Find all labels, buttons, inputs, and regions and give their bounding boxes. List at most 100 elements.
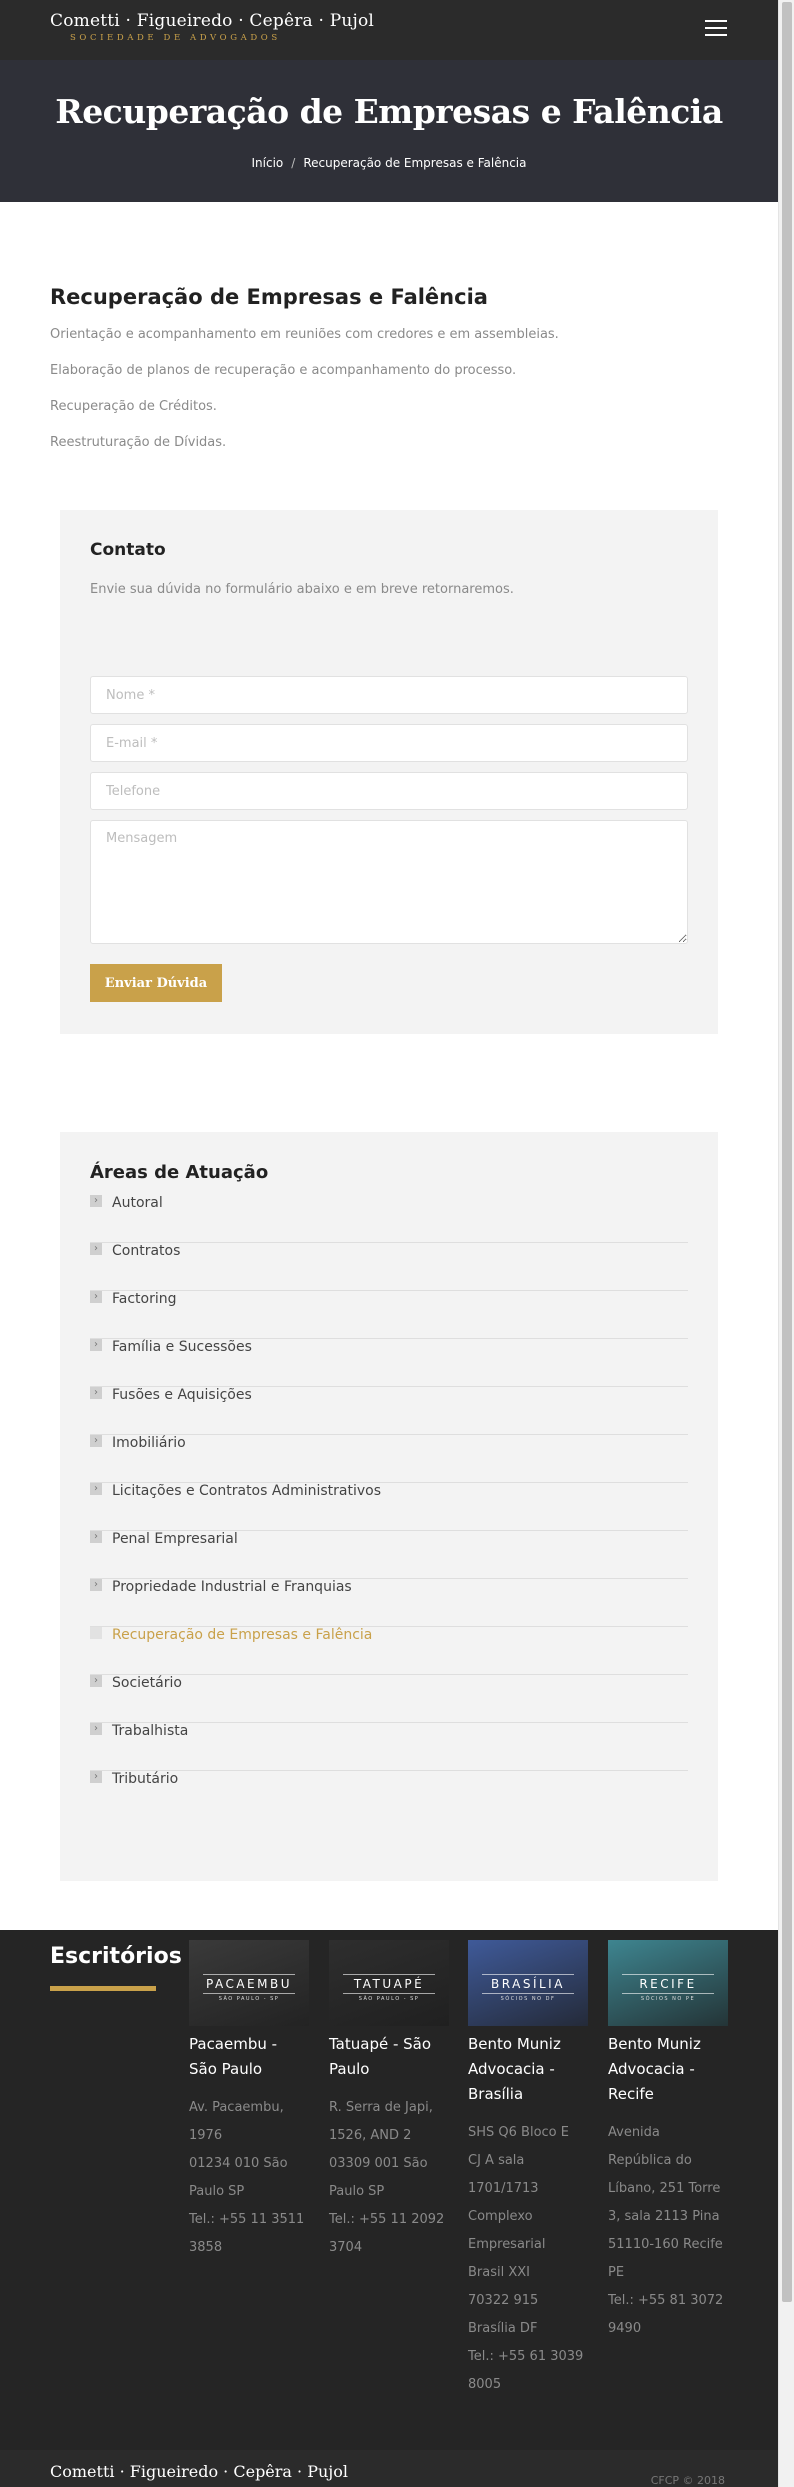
practice-area-label: Penal Empresarial	[112, 1531, 238, 1547]
office-image[interactable]: RECIFE SÓCIOS NO PE	[608, 1940, 728, 2026]
office-address-line: 70322 915	[468, 2293, 539, 2308]
site-logo[interactable]: Cometti · Figueiredo · Cepêra · Pujol SO…	[50, 11, 374, 43]
practice-area-label: Imobiliário	[112, 1435, 186, 1451]
practice-area-label: Propriedade Industrial e Franquias	[112, 1579, 352, 1595]
content-item: Orientação e acompanhamento em reuniões …	[50, 327, 559, 342]
office-address-line: 03309 001 São	[329, 2156, 428, 2171]
office-address-line: Brasil XXI	[468, 2265, 531, 2280]
office-name[interactable]: Bento Muniz Advocacia - Brasília	[468, 2032, 588, 2107]
contact-title: Contato	[90, 540, 166, 560]
practice-area-item[interactable]: › Penal Empresarial	[90, 1531, 688, 1579]
practice-area-label: Societário	[112, 1675, 182, 1691]
office-image[interactable]: PACAEMBU SÃO PAULO - SP	[189, 1940, 309, 2026]
office-image[interactable]: TATUAPÉ SÃO PAULO - SP	[329, 1940, 449, 2026]
practice-area-item[interactable]: › Tributário	[90, 1771, 688, 1819]
chevron-right-icon: ›	[90, 1435, 102, 1447]
office-address-line: Tel.: +55 11 3511	[189, 2212, 305, 2227]
office-address-line: 1976	[189, 2128, 223, 2143]
hamburger-line	[705, 34, 727, 36]
chevron-right-icon: ›	[90, 1387, 102, 1399]
office-address-line: Empresarial	[468, 2237, 546, 2252]
footer-title-underline	[50, 1986, 156, 1991]
office-address-line: Tel.: +55 61 3039	[468, 2349, 584, 2364]
office-address-line: Avenida	[608, 2125, 660, 2140]
bottom-bar: Cometti · Figueiredo · Cepêra · Pujol CF…	[0, 2450, 778, 2487]
page: Cometti · Figueiredo · Cepêra · Pujol SO…	[0, 0, 778, 202]
office-image-sublabel: SÃO PAULO - SP	[358, 1996, 420, 2002]
email-field[interactable]	[90, 724, 688, 762]
practice-area-item[interactable]: › Autoral	[90, 1195, 688, 1243]
office-address-line: Paulo SP	[329, 2184, 385, 2199]
practice-areas-panel: Áreas de Atuação › Autoral › Contratos › Fact…	[60, 1132, 718, 1881]
hamburger-line	[705, 27, 727, 29]
scrollbar-thumb[interactable]	[782, 2, 792, 2302]
chevron-right-icon: ›	[90, 1723, 102, 1735]
practice-areas-title: Áreas de Atuação	[90, 1162, 269, 1183]
send-question-button[interactable]: Enviar Dúvida	[90, 964, 222, 1002]
chevron-right-icon: ›	[90, 1339, 102, 1351]
chevron-right-icon: ›	[90, 1771, 102, 1783]
content-item: Elaboração de planos de recuperação e ac…	[50, 363, 517, 378]
practice-area-item[interactable]: › Trabalhista	[90, 1723, 688, 1771]
office-card: BRASÍLIA SÓCIOS NO DF Bento Muniz Advocaci…	[468, 1940, 588, 2399]
office-image[interactable]: BRASÍLIA SÓCIOS NO DF	[468, 1940, 588, 2026]
office-image-sublabel: SÃO PAULO - SP	[218, 1996, 280, 2002]
chevron-right-icon: ›	[90, 1627, 102, 1639]
practice-area-item[interactable]: › Contratos	[90, 1243, 688, 1291]
chevron-right-icon: ›	[90, 1579, 102, 1591]
practice-area-item[interactable]: › Societário	[90, 1675, 688, 1723]
practice-area-item[interactable]: › Imobiliário	[90, 1435, 688, 1483]
message-field[interactable]	[90, 820, 688, 944]
practice-area-item[interactable]: › Fusões e Aquisições	[90, 1387, 688, 1435]
office-address-line: CJ A sala	[468, 2153, 525, 2168]
chevron-right-icon: ›	[90, 1531, 102, 1543]
office-card: TATUAPÉ SÃO PAULO - SP Tatuapé - São Paulo…	[329, 1940, 449, 2262]
office-name[interactable]: Tatuapé - São Paulo	[329, 2032, 449, 2082]
office-name[interactable]: Bento Muniz Advocacia - Recife	[608, 2032, 728, 2107]
name-field[interactable]	[90, 676, 688, 714]
practice-area-item[interactable]: › Recuperação de Empresas e Falência	[90, 1627, 688, 1675]
bottom-logo[interactable]: Cometti · Figueiredo · Cepêra · Pujol	[50, 2462, 348, 2481]
page-title: Recuperação de Empresas e Falência	[55, 92, 723, 131]
breadcrumb: Início / Recuperação de Empresas e Falênci…	[0, 156, 778, 170]
phone-field[interactable]	[90, 772, 688, 810]
practice-area-item[interactable]: › Propriedade Industrial e Franquias	[90, 1579, 688, 1627]
practice-area-item[interactable]: › Licitações e Contratos Administrativos	[90, 1483, 688, 1531]
breadcrumb-home-link[interactable]: Início	[252, 156, 284, 170]
office-address: SHS Q6 Bloco E CJ A sala 1701/1713 Complexo…	[468, 2119, 588, 2399]
hamburger-line	[705, 20, 727, 22]
logo-subtitle: SOCIEDADE DE ADVOGADOS	[70, 33, 281, 43]
chevron-right-icon: ›	[90, 1291, 102, 1303]
office-address-line: 1701/1713	[468, 2181, 539, 2196]
content-item: Reestruturação de Dívidas.	[50, 435, 227, 450]
footer-offices: Escritórios PACAEMBU SÃO PAULO - SP Pacaem…	[0, 1930, 778, 2450]
office-address: Av. Pacaembu, 1976 01234 010 São Paulo SP Te…	[189, 2094, 309, 2262]
chevron-right-icon: ›	[90, 1195, 102, 1207]
contact-intro: Envie sua dúvida no formulário abaixo e …	[90, 582, 514, 597]
footer-title: Escritórios	[50, 1944, 182, 1969]
practice-area-label: Licitações e Contratos Administrativos	[112, 1483, 382, 1499]
practice-area-label: Factoring	[112, 1291, 177, 1307]
hamburger-menu-icon[interactable]	[705, 20, 727, 38]
office-name[interactable]: Pacaembu - São Paulo	[189, 2032, 309, 2082]
scrollbar[interactable]	[778, 0, 794, 2487]
office-address-line: 01234 010 São	[189, 2156, 288, 2171]
office-image-label: PACAEMBU	[203, 1974, 295, 1994]
practice-area-item[interactable]: › Factoring	[90, 1291, 688, 1339]
page-hero: Recuperação de Empresas e Falência Iníci…	[0, 60, 778, 202]
office-image-label: RECIFE	[622, 1974, 714, 1994]
copyright: CFCP © 2018	[650, 2474, 725, 2487]
office-address: Avenida República do Líbano, 251 Torre 3, s…	[608, 2119, 728, 2343]
contact-panel: Contato Envie sua dúvida no formulário a…	[60, 510, 718, 1034]
content-item: Recuperação de Créditos.	[50, 399, 217, 414]
practice-area-label: Tributário	[112, 1771, 179, 1787]
practice-area-item[interactable]: › Família e Sucessões	[90, 1339, 688, 1387]
practice-area-label: Autoral	[112, 1195, 163, 1211]
breadcrumb-current: Recuperação de Empresas e Falência	[303, 156, 527, 170]
office-address-line: Brasília DF	[468, 2321, 538, 2336]
office-address-line: 51110-160 Recife	[608, 2237, 723, 2252]
logo-main-text: Cometti · Figueiredo · Cepêra · Pujol	[50, 11, 375, 31]
practice-area-label: Contratos	[112, 1243, 181, 1259]
office-image-label: BRASÍLIA	[482, 1974, 574, 1994]
office-address-line: 3858	[189, 2240, 223, 2255]
